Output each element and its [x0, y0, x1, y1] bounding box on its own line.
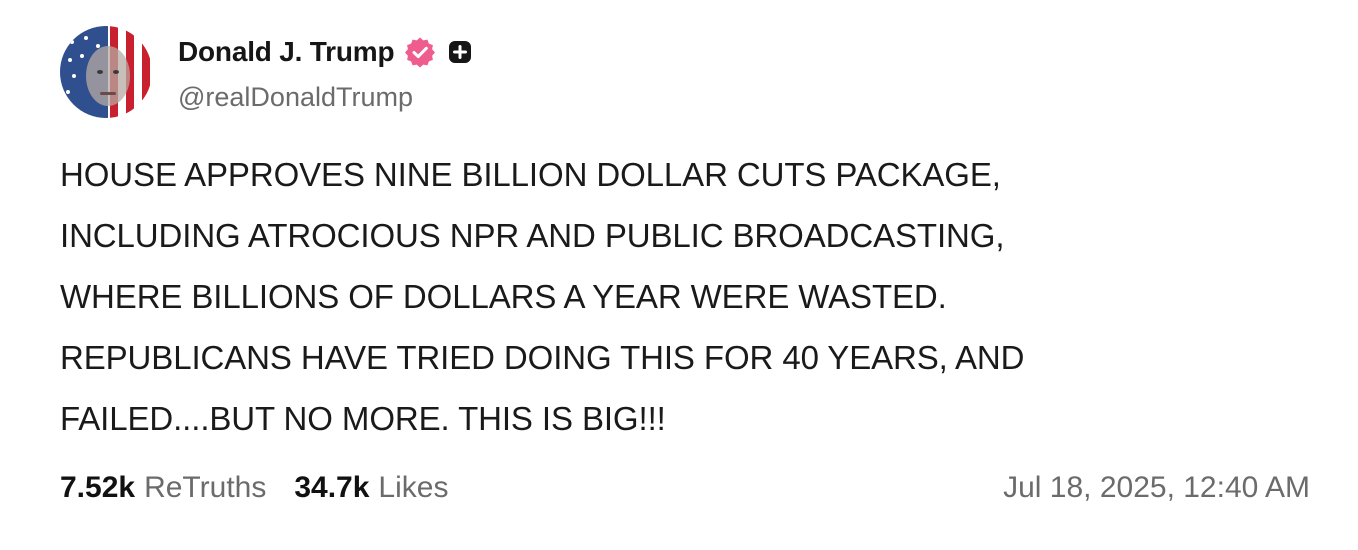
- post-body-line: WHERE BILLIONS OF DOLLARS A YEAR WERE WA…: [60, 278, 947, 315]
- likes-count: 34.7k: [294, 471, 370, 504]
- retruths-stat[interactable]: 7.52k ReTruths: [60, 471, 266, 505]
- author-handle[interactable]: @realDonaldTrump: [178, 82, 413, 113]
- retruths-count: 7.52k: [60, 471, 136, 504]
- plus-square-icon[interactable]: [448, 40, 472, 64]
- post-body-line: HOUSE APPROVES NINE BILLION DOLLAR CUTS …: [60, 156, 1001, 193]
- avatar-image: [60, 26, 152, 118]
- avatar[interactable]: [60, 26, 152, 118]
- likes-stat[interactable]: 34.7k Likes: [294, 471, 448, 505]
- post-body: HOUSE APPROVES NINE BILLION DOLLAR CUTS …: [60, 144, 1300, 449]
- post-footer: 7.52k ReTruths 34.7k Likes Jul 18, 2025,…: [60, 466, 1310, 510]
- verified-badge-icon: [404, 36, 436, 68]
- post-card: Donald J. Trump @realDonaldTrump HOUSE A…: [0, 0, 1358, 550]
- likes-label: Likes: [378, 471, 449, 504]
- post-body-line: INCLUDING ATROCIOUS NPR AND PUBLIC BROAD…: [60, 217, 1005, 254]
- post-body-line: REPUBLICANS HAVE TRIED DOING THIS FOR 40…: [60, 339, 1025, 376]
- author-display-name[interactable]: Donald J. Trump: [178, 36, 395, 68]
- post-stats: 7.52k ReTruths 34.7k Likes: [60, 471, 476, 505]
- post-body-line: FAILED....BUT NO MORE. THIS IS BIG!!!: [60, 400, 666, 437]
- retruths-label: ReTruths: [144, 471, 267, 504]
- author-row: Donald J. Trump: [178, 34, 472, 70]
- post-timestamp[interactable]: Jul 18, 2025, 12:40 AM: [1003, 471, 1310, 505]
